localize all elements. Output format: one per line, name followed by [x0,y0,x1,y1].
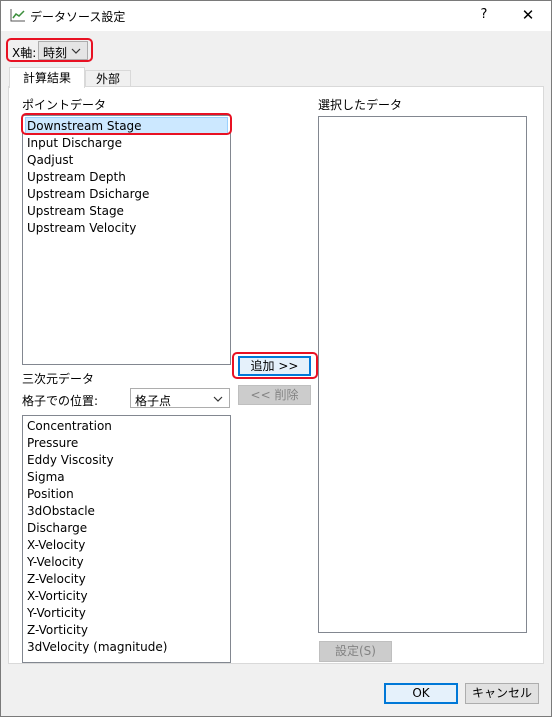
list-item[interactable]: X-Vorticity [27,588,88,605]
xaxis-value: 時刻 [43,46,68,60]
list-item[interactable]: Z-Vorticity [27,622,88,639]
help-button[interactable]: ? [470,2,498,28]
three-d-header: 三次元データ [22,372,95,386]
xaxis-label: X軸: [12,46,37,60]
ok-button[interactable]: OK [384,683,458,704]
grid-position-label: 格子での位置: [22,394,99,408]
list-item[interactable]: 3dVelocity (magnitude) [27,639,167,656]
list-item[interactable]: Eddy Viscosity [27,452,114,469]
list-item[interactable]: Upstream Depth [27,169,126,186]
remove-button[interactable]: << 削除 [238,385,311,405]
list-item[interactable]: Input Discharge [27,135,122,152]
list-item[interactable]: Discharge [27,520,87,537]
chevron-down-icon [71,48,81,54]
grid-position-value: 格子点 [135,394,172,408]
add-button[interactable]: 追加 >> [238,356,311,376]
list-item[interactable]: Upstream Velocity [27,220,136,237]
list-item[interactable]: Y-Vorticity [27,605,86,622]
list-item[interactable]: Upstream Dsicharge [27,186,149,203]
cancel-button[interactable]: キャンセル [465,683,539,704]
selected-data-list[interactable] [318,116,527,633]
list-item[interactable]: Y-Velocity [27,554,84,571]
selected-data-header: 選択したデータ [318,98,403,112]
chart-line-icon [10,9,25,22]
list-item[interactable]: Sigma [27,469,65,486]
point-data-header: ポイントデータ [22,98,107,112]
list-item[interactable]: X-Velocity [27,537,85,554]
xaxis-select[interactable]: 時刻 [38,41,88,60]
selected-item-highlight [21,113,232,135]
tab-external[interactable]: 外部 [85,70,131,87]
list-item[interactable]: Pressure [27,435,78,452]
grid-position-select[interactable]: 格子点 [130,388,230,408]
close-button[interactable]: ✕ [514,2,542,28]
point-data-list[interactable]: Downstream Stage Input Discharge Qadjust… [22,115,231,365]
list-item[interactable]: Position [27,486,74,503]
list-item[interactable]: Concentration [27,418,112,435]
list-item[interactable]: Upstream Stage [27,203,124,220]
list-item[interactable]: Z-Velocity [27,571,86,588]
settings-button[interactable]: 設定(S) [319,641,392,662]
list-item[interactable]: 3dObstacle [27,503,95,520]
list-item[interactable]: Qadjust [27,152,73,169]
window-title: データソース設定 [30,10,126,24]
chevron-down-icon [213,396,223,402]
three-d-list[interactable]: Concentration Pressure Eddy Viscosity Si… [22,415,231,663]
tab-calculation-results[interactable]: 計算結果 [9,67,85,88]
